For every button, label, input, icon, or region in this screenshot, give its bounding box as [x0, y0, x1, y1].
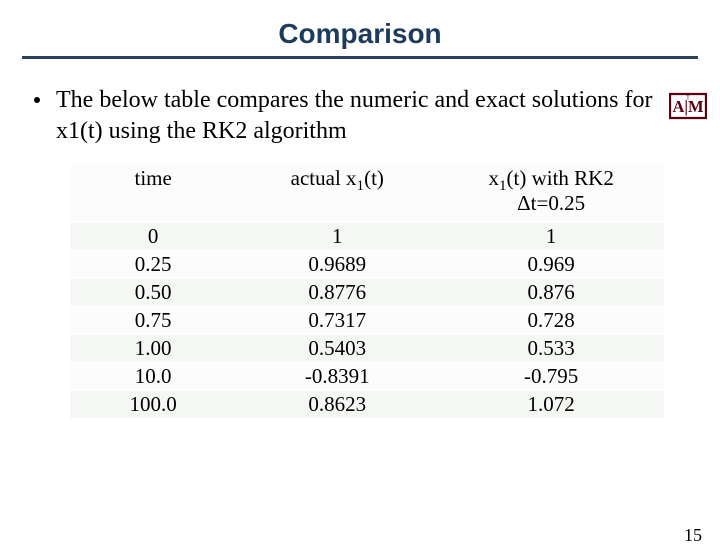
cell-rk2: 1: [438, 223, 664, 251]
bullet-row: The below table compares the numeric and…: [34, 85, 690, 146]
cell-time: 1.00: [70, 335, 236, 363]
table-row: 1.00 0.5403 0.533: [70, 335, 664, 363]
cell-rk2: 1.072: [438, 391, 664, 419]
cell-time: 10.0: [70, 363, 236, 391]
cell-time: 0.75: [70, 307, 236, 335]
table-body: 0 1 1 0.25 0.9689 0.969 0.50 0.8776 0.87…: [70, 223, 664, 419]
cell-actual: 1: [236, 223, 438, 251]
atm-logo-icon: A|M T: [668, 90, 708, 122]
cell-rk2: -0.795: [438, 363, 664, 391]
cell-actual: 0.5403: [236, 335, 438, 363]
table-header-row: time actual x1(t) x1(t) with RK2 Δt=0.25: [70, 164, 664, 223]
table-row: 0.75 0.7317 0.728: [70, 307, 664, 335]
table-row: 0 1 1: [70, 223, 664, 251]
comparison-table: time actual x1(t) x1(t) with RK2 Δt=0.25…: [70, 164, 664, 419]
bullet-text: The below table compares the numeric and…: [56, 85, 690, 146]
cell-rk2: 0.728: [438, 307, 664, 335]
cell-actual: 0.7317: [236, 307, 438, 335]
bullet-dot-icon: [34, 97, 40, 103]
col-time-header: time: [70, 164, 236, 223]
table-row: 100.0 0.8623 1.072: [70, 391, 664, 419]
cell-rk2: 0.969: [438, 251, 664, 279]
col-actual-header: actual x1(t): [236, 164, 438, 223]
title-underline: [22, 56, 698, 59]
slide-title: Comparison: [0, 18, 720, 50]
cell-time: 100.0: [70, 391, 236, 419]
cell-actual: 0.8623: [236, 391, 438, 419]
table-row: 0.25 0.9689 0.969: [70, 251, 664, 279]
table-row: 0.50 0.8776 0.876: [70, 279, 664, 307]
cell-time: 0: [70, 223, 236, 251]
cell-rk2: 0.533: [438, 335, 664, 363]
page-number: 15: [684, 525, 702, 546]
table-row: 10.0 -0.8391 -0.795: [70, 363, 664, 391]
cell-time: 0.50: [70, 279, 236, 307]
col-rk2-header: x1(t) with RK2 Δt=0.25: [438, 164, 664, 223]
cell-rk2: 0.876: [438, 279, 664, 307]
cell-actual: 0.8776: [236, 279, 438, 307]
cell-actual: -0.8391: [236, 363, 438, 391]
cell-time: 0.25: [70, 251, 236, 279]
svg-text:T: T: [686, 95, 690, 101]
cell-actual: 0.9689: [236, 251, 438, 279]
